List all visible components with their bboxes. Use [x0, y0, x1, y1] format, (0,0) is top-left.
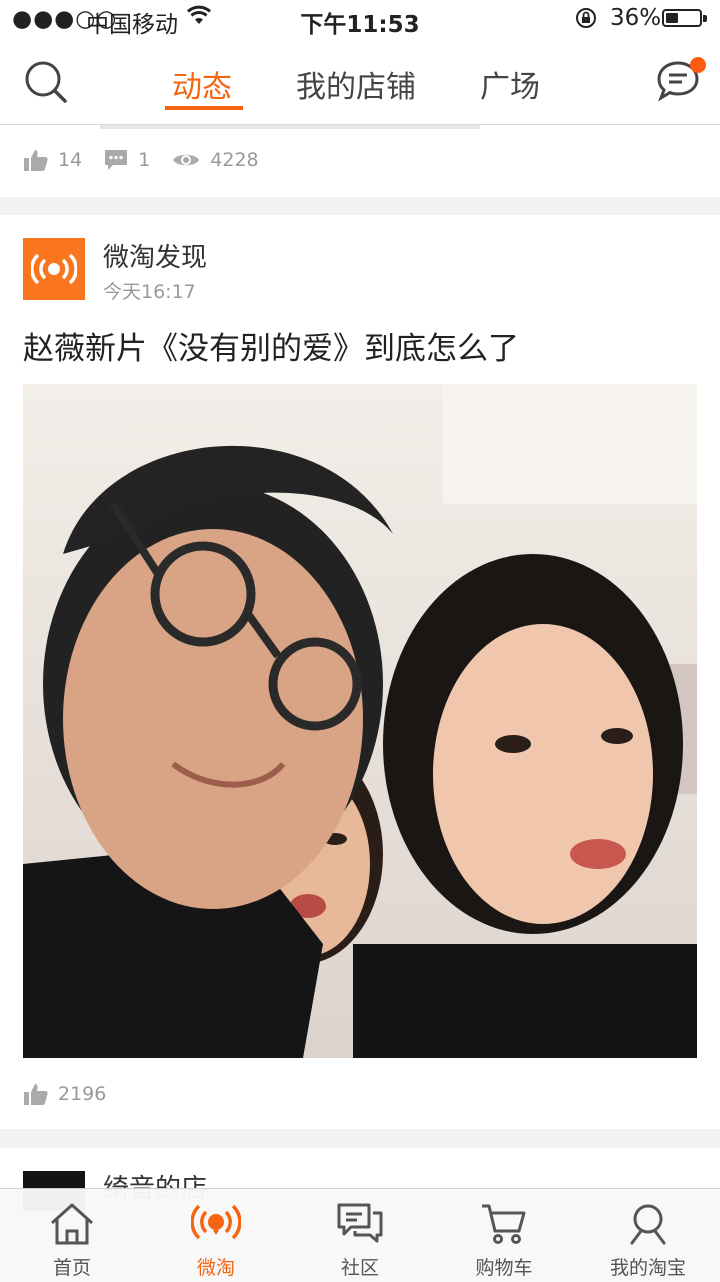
- battery-percentage: 36%: [610, 5, 662, 31]
- tab-label: 微淘: [196, 1257, 235, 1279]
- comment-stat[interactable]: 1: [104, 149, 150, 171]
- eye-icon: [173, 154, 200, 166]
- tab-home[interactable]: 首页: [0, 1189, 144, 1282]
- home-icon: [47, 1201, 97, 1251]
- like-stat[interactable]: 2196: [24, 1083, 106, 1105]
- profile-icon: [623, 1201, 673, 1251]
- tab-label: 首页: [52, 1257, 91, 1279]
- feed-card-previous[interactable]: 14 1 4228: [0, 125, 720, 197]
- broadcast-icon: [190, 1201, 242, 1251]
- thumbs-up-icon: [24, 1084, 48, 1105]
- chat-bubbles-icon: [335, 1201, 385, 1251]
- tab-community[interactable]: 社区: [288, 1189, 432, 1282]
- view-count: 4228: [210, 149, 259, 171]
- battery-icon: [662, 9, 707, 27]
- tab-dongtai[interactable]: 动态: [172, 62, 232, 106]
- tab-label: 我的淘宝: [609, 1257, 686, 1279]
- rotation-lock-icon: [574, 6, 598, 36]
- tab-my-shop[interactable]: 我的店铺: [296, 62, 416, 106]
- previous-post-content-remnant: [100, 125, 480, 129]
- post-time: 今天16:17: [103, 281, 196, 303]
- comment-icon: [105, 150, 128, 170]
- author-avatar[interactable]: [23, 238, 85, 300]
- comment-count: 1: [138, 149, 151, 171]
- thumbs-up-icon: [24, 150, 48, 171]
- battery-level: [666, 13, 678, 23]
- notification-badge: [690, 57, 706, 73]
- author-name[interactable]: 微淘发现: [103, 237, 207, 274]
- top-nav: 动态 我的店铺 广场: [0, 40, 720, 125]
- search-icon[interactable]: [24, 60, 68, 108]
- like-count: 2196: [58, 1083, 107, 1105]
- tab-label: 社区: [340, 1257, 379, 1279]
- tab-my-taobao[interactable]: 我的淘宝: [576, 1189, 720, 1282]
- tab-cart[interactable]: 购物车: [432, 1189, 576, 1282]
- view-stat: 4228: [172, 149, 259, 171]
- tab-label: 购物车: [475, 1257, 533, 1279]
- post-image[interactable]: [23, 384, 697, 1058]
- tab-square[interactable]: 广场: [480, 62, 540, 106]
- post-stats: 14 1 4228: [24, 149, 281, 171]
- like-count: 14: [58, 149, 83, 171]
- feed-card[interactable]: 微淘发现 今天16:17 赵薇新片《没有别的爱》到底怎么了 2196: [0, 215, 720, 1129]
- post-title[interactable]: 赵薇新片《没有别的爱》到底怎么了: [23, 323, 519, 368]
- bottom-tab-bar: 首页 微淘 社区 购物车 我的淘宝: [0, 1188, 720, 1282]
- broadcast-icon: [31, 253, 77, 285]
- like-stat[interactable]: 14: [24, 149, 82, 171]
- status-bar: ●●●○○ 中国移动 下午11:53 36%: [0, 0, 720, 40]
- active-tab-indicator: [165, 106, 243, 110]
- tab-weitao[interactable]: 微淘: [144, 1189, 288, 1282]
- cart-icon: [479, 1201, 529, 1251]
